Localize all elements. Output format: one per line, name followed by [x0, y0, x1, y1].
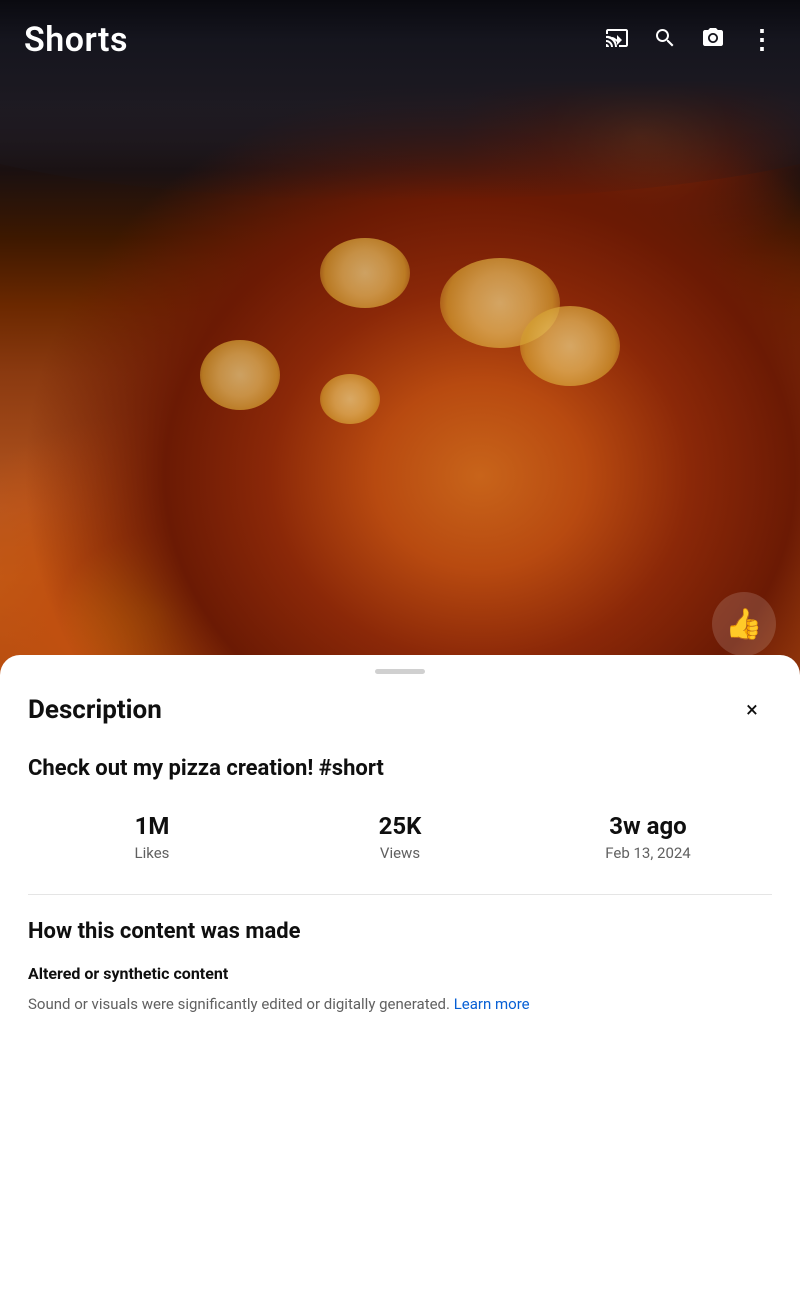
drag-handle[interactable] [28, 655, 772, 682]
header-bar: Shorts ⋮ [0, 0, 800, 80]
thumbs-up-icon: 👍 [725, 607, 762, 642]
description-sheet: Description × Check out my pizza creatio… [0, 655, 800, 1315]
learn-more-link[interactable]: Learn more [454, 995, 530, 1013]
views-stat: 25K Views [276, 812, 524, 862]
description-title: Description [28, 695, 162, 725]
page-title: Shorts [24, 20, 605, 60]
cheese-detail [320, 238, 410, 308]
cheese-detail [200, 340, 280, 410]
search-icon[interactable] [653, 26, 677, 54]
content-type-label: Altered or synthetic content [28, 964, 772, 983]
content-description-text: Sound or visuals were significantly edit… [28, 995, 454, 1013]
date-value: Feb 13, 2024 [524, 844, 772, 862]
section-divider [28, 894, 772, 895]
description-header: Description × [28, 690, 772, 730]
cast-icon[interactable] [605, 26, 629, 54]
cheese-detail [520, 306, 620, 386]
cheese-detail [320, 374, 380, 424]
likes-value: 1M [28, 812, 276, 840]
likes-label: Likes [28, 844, 276, 862]
time-ago-value: 3w ago [524, 812, 772, 840]
content-description: Sound or visuals were significantly edit… [28, 993, 772, 1016]
likes-stat: 1M Likes [28, 812, 276, 862]
video-title: Check out my pizza creation! #short [28, 754, 772, 784]
content-made-title: How this content was made [28, 919, 772, 944]
stats-row: 1M Likes 25K Views 3w ago Feb 13, 2024 [28, 812, 772, 862]
thumbs-up-button[interactable]: 👍 [712, 592, 776, 656]
more-options-icon[interactable]: ⋮ [749, 25, 776, 55]
date-stat: 3w ago Feb 13, 2024 [524, 812, 772, 862]
header-actions: ⋮ [605, 25, 776, 55]
views-value: 25K [276, 812, 524, 840]
camera-icon[interactable] [701, 26, 725, 54]
close-icon: × [746, 698, 758, 723]
views-label: Views [276, 844, 524, 862]
video-background: Shorts ⋮ 👍 [0, 0, 800, 680]
close-button[interactable]: × [732, 690, 772, 730]
drag-handle-bar [375, 669, 425, 674]
